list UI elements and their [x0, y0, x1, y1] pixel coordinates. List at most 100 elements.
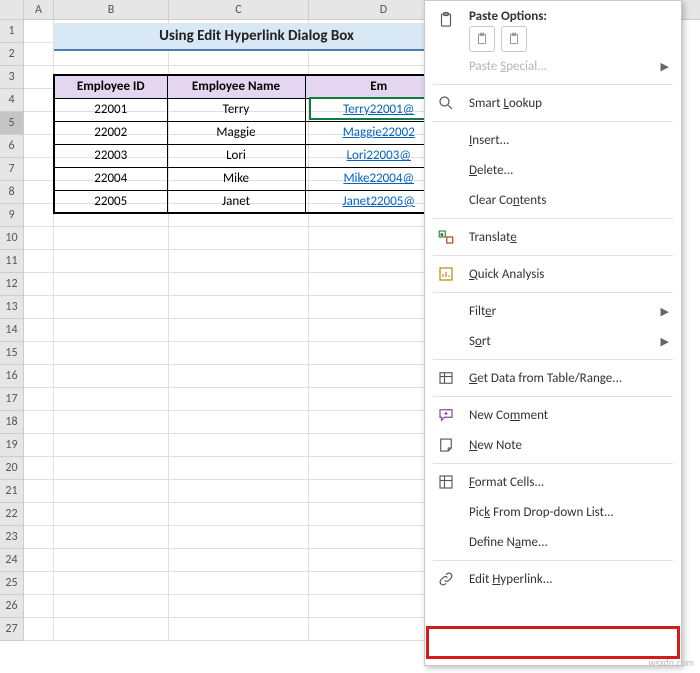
row-header-14[interactable]: 14: [0, 319, 23, 342]
row-header-26[interactable]: 26: [0, 595, 23, 618]
cell[interactable]: [24, 20, 54, 43]
menu-edit-hyperlink[interactable]: Edit Hyperlink...: [425, 564, 681, 594]
menu-pick-list[interactable]: Pick From Drop-down List...: [425, 497, 681, 527]
paste-option-1[interactable]: [469, 26, 495, 52]
menu-insert[interactable]: Insert...: [425, 125, 681, 155]
row-header-13[interactable]: 13: [0, 296, 23, 319]
cell-employee-id[interactable]: 22003: [54, 144, 167, 167]
cell[interactable]: [54, 549, 169, 572]
row-header-15[interactable]: 15: [0, 342, 23, 365]
row-header-11[interactable]: 11: [0, 250, 23, 273]
row-header-6[interactable]: 6: [0, 135, 23, 158]
menu-smart-lookup[interactable]: Smart Lookup: [425, 88, 681, 118]
cell[interactable]: [169, 227, 309, 250]
cell[interactable]: [169, 388, 309, 411]
menu-delete[interactable]: Delete...: [425, 155, 681, 185]
cell[interactable]: [24, 549, 54, 572]
row-header-12[interactable]: 12: [0, 273, 23, 296]
col-header-a[interactable]: A: [24, 0, 54, 19]
row-header-10[interactable]: 10: [0, 227, 23, 250]
select-all-corner[interactable]: [0, 0, 24, 19]
cell[interactable]: [24, 457, 54, 480]
menu-translate[interactable]: a Translate: [425, 222, 681, 252]
cell[interactable]: [24, 618, 54, 641]
cell-employee-name[interactable]: Terry: [167, 98, 305, 121]
cell[interactable]: [54, 480, 169, 503]
menu-define-name[interactable]: Define Name...: [425, 527, 681, 557]
row-header-3[interactable]: 3: [0, 66, 23, 89]
cell[interactable]: [54, 365, 169, 388]
cell[interactable]: [169, 549, 309, 572]
row-header-23[interactable]: 23: [0, 526, 23, 549]
row-header-2[interactable]: 2: [0, 43, 23, 66]
row-header-1[interactable]: 1: [0, 20, 23, 43]
row-header-21[interactable]: 21: [0, 480, 23, 503]
cell[interactable]: [24, 319, 54, 342]
menu-filter[interactable]: Filter ▶: [425, 296, 681, 326]
menu-sort[interactable]: Sort ▶: [425, 326, 681, 356]
row-header-27[interactable]: 27: [0, 618, 23, 641]
cell[interactable]: [24, 135, 54, 158]
paste-option-2[interactable]: [501, 26, 527, 52]
header-employee-id[interactable]: Employee ID: [54, 75, 167, 98]
cell[interactable]: [24, 250, 54, 273]
menu-new-note[interactable]: New Note: [425, 430, 681, 460]
cell[interactable]: [24, 181, 54, 204]
cell[interactable]: [169, 296, 309, 319]
cell[interactable]: [169, 319, 309, 342]
cell[interactable]: [24, 503, 54, 526]
cell[interactable]: [54, 434, 169, 457]
cell[interactable]: [169, 365, 309, 388]
cell[interactable]: [54, 457, 169, 480]
cell-employee-id[interactable]: 22001: [54, 98, 167, 121]
cell[interactable]: [54, 227, 169, 250]
cell[interactable]: [54, 411, 169, 434]
row-header-25[interactable]: 25: [0, 572, 23, 595]
cell[interactable]: [24, 89, 54, 112]
cell[interactable]: [169, 457, 309, 480]
cell-employee-name[interactable]: Lori: [167, 144, 305, 167]
cell[interactable]: [24, 158, 54, 181]
cell[interactable]: [24, 411, 54, 434]
cell[interactable]: [169, 572, 309, 595]
cell[interactable]: [169, 434, 309, 457]
col-header-c[interactable]: C: [169, 0, 309, 19]
cell-employee-name[interactable]: Mike: [167, 167, 305, 190]
cell[interactable]: [169, 526, 309, 549]
cell-employee-id[interactable]: 22005: [54, 190, 167, 213]
cell[interactable]: [24, 480, 54, 503]
row-header-4[interactable]: 4: [0, 89, 23, 112]
cell[interactable]: [24, 342, 54, 365]
row-header-9[interactable]: 9: [0, 204, 23, 227]
row-header-5[interactable]: 5: [0, 112, 23, 135]
header-employee-name[interactable]: Employee Name: [167, 75, 305, 98]
cell[interactable]: [169, 503, 309, 526]
cell[interactable]: [54, 342, 169, 365]
menu-get-data[interactable]: Get Data from Table/Range...: [425, 363, 681, 393]
cell[interactable]: [54, 273, 169, 296]
menu-clear-contents[interactable]: Clear Contents: [425, 185, 681, 215]
cell-employee-id[interactable]: 22002: [54, 121, 167, 144]
row-header-7[interactable]: 7: [0, 158, 23, 181]
row-header-20[interactable]: 20: [0, 457, 23, 480]
cell[interactable]: [24, 434, 54, 457]
row-header-24[interactable]: 24: [0, 549, 23, 572]
cell[interactable]: [24, 526, 54, 549]
cell[interactable]: [54, 618, 169, 641]
cell[interactable]: [54, 319, 169, 342]
cell[interactable]: [169, 595, 309, 618]
col-header-b[interactable]: B: [54, 0, 169, 19]
cell-employee-id[interactable]: 22004: [54, 167, 167, 190]
row-header-16[interactable]: 16: [0, 365, 23, 388]
cell[interactable]: [54, 595, 169, 618]
cell[interactable]: [24, 595, 54, 618]
cell[interactable]: [54, 250, 169, 273]
cell-employee-name[interactable]: Janet: [167, 190, 305, 213]
cell-employee-name[interactable]: Maggie: [167, 121, 305, 144]
cell[interactable]: [24, 273, 54, 296]
cell[interactable]: [169, 250, 309, 273]
cell[interactable]: [54, 503, 169, 526]
cell[interactable]: [24, 227, 54, 250]
cell[interactable]: [169, 342, 309, 365]
cell[interactable]: [24, 572, 54, 595]
